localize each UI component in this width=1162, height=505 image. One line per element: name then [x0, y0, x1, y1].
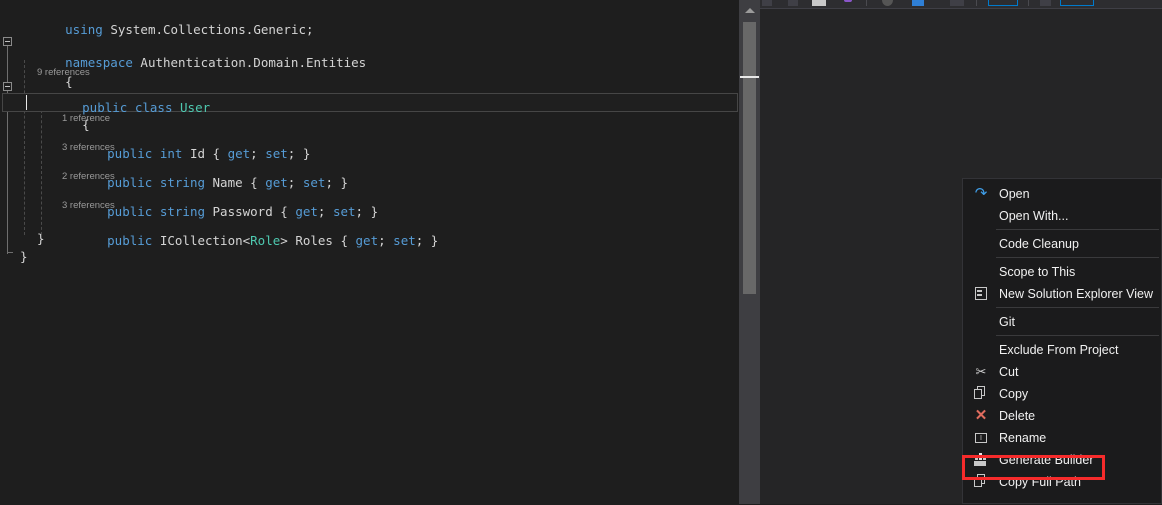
toolbar-icon-collapse-all[interactable] [912, 0, 924, 6]
menu-item-open[interactable]: ↷ Open [963, 183, 1161, 205]
menu-item-label: Code Cleanup [999, 237, 1079, 251]
menu-item-new-solution-explorer-view[interactable]: New Solution Explorer View [963, 283, 1161, 305]
class-fold-toggle[interactable] [3, 82, 12, 91]
visual-studio-window: using System.Collections.Generic; namesp… [0, 0, 1162, 504]
code-line-prop-roles: public ICollection<Role> Roles { get; se… [107, 233, 439, 248]
scrollbar-caret-marker [740, 76, 759, 78]
solution-explorer-toolbar[interactable] [760, 0, 1162, 9]
menu-item-label: Git [999, 315, 1015, 329]
menu-item-code-cleanup[interactable]: Code Cleanup [963, 233, 1161, 255]
menu-item-label: Open [999, 187, 1030, 201]
toolbar-separator-2 [976, 0, 977, 6]
scroll-up-arrow-icon[interactable] [745, 8, 755, 13]
toolbar-separator [866, 0, 867, 6]
menu-item-rename[interactable]: I Rename [963, 427, 1161, 449]
code-line-namespace: namespace Authentication.Domain.Entities [20, 33, 739, 70]
code-line-ns-close-brace: } [20, 249, 28, 264]
toolbar-icon-home[interactable] [812, 0, 826, 6]
open-icon: ↷ [974, 185, 988, 202]
generate-builder-highlight-annotation [962, 455, 1105, 480]
delete-icon: ✕ [974, 407, 988, 424]
namespace-fold-rail [7, 42, 8, 254]
menu-item-scope-to-this[interactable]: Scope to This [963, 261, 1161, 283]
menu-item-label: Rename [999, 431, 1047, 445]
menu-item-exclude-from-project[interactable]: Exclude From Project [963, 339, 1161, 361]
menu-item-label: Open With... [999, 209, 1069, 223]
menu-separator [996, 257, 1159, 258]
toolbar-icon-show-all-files[interactable] [950, 0, 964, 6]
menu-item-label: Copy [999, 387, 1029, 401]
cut-icon: ✂ [975, 364, 987, 379]
menu-item-delete[interactable]: ✕ Delete [963, 405, 1161, 427]
menu-item-label: New Solution Explorer View [999, 287, 1154, 301]
menu-separator [996, 229, 1159, 230]
namespace-fold-toggle[interactable] [3, 37, 12, 46]
toolbar-icon-refresh[interactable] [882, 0, 893, 6]
menu-item-label: Scope to This [999, 265, 1076, 279]
menu-item-label: Exclude From Project [999, 343, 1119, 357]
menu-item-git[interactable]: Git [963, 311, 1161, 333]
toolbar-icon-forward[interactable] [788, 0, 798, 6]
toolbar-icon-back[interactable] [762, 0, 772, 6]
toolbar-icon-properties[interactable] [988, 0, 1018, 6]
menu-item-cut[interactable]: ✂ Cut [963, 361, 1161, 383]
menu-item-open-with[interactable]: Open With... [963, 205, 1161, 227]
scrollbar-thumb[interactable] [743, 22, 756, 294]
editor-vertical-scrollbar[interactable] [739, 0, 760, 504]
toolbar-icon-preview[interactable] [1040, 0, 1051, 6]
toolbar-separator-3 [1028, 0, 1029, 6]
menu-item-copy[interactable]: Copy [963, 383, 1161, 405]
toolbar-icon-sync[interactable] [844, 0, 852, 2]
menu-separator [996, 335, 1159, 336]
code-editor[interactable]: using System.Collections.Generic; namesp… [0, 0, 739, 504]
code-line-class-close-brace: } [37, 231, 45, 246]
code-line-using: using System.Collections.Generic; [20, 0, 739, 37]
rename-icon: I [973, 430, 989, 446]
menu-separator [996, 307, 1159, 308]
menu-item-label: Cut [999, 365, 1019, 379]
toolbar-icon-filter[interactable] [1060, 0, 1094, 6]
namespace-fold-foot [7, 252, 13, 253]
menu-item-label: Delete [999, 409, 1036, 423]
